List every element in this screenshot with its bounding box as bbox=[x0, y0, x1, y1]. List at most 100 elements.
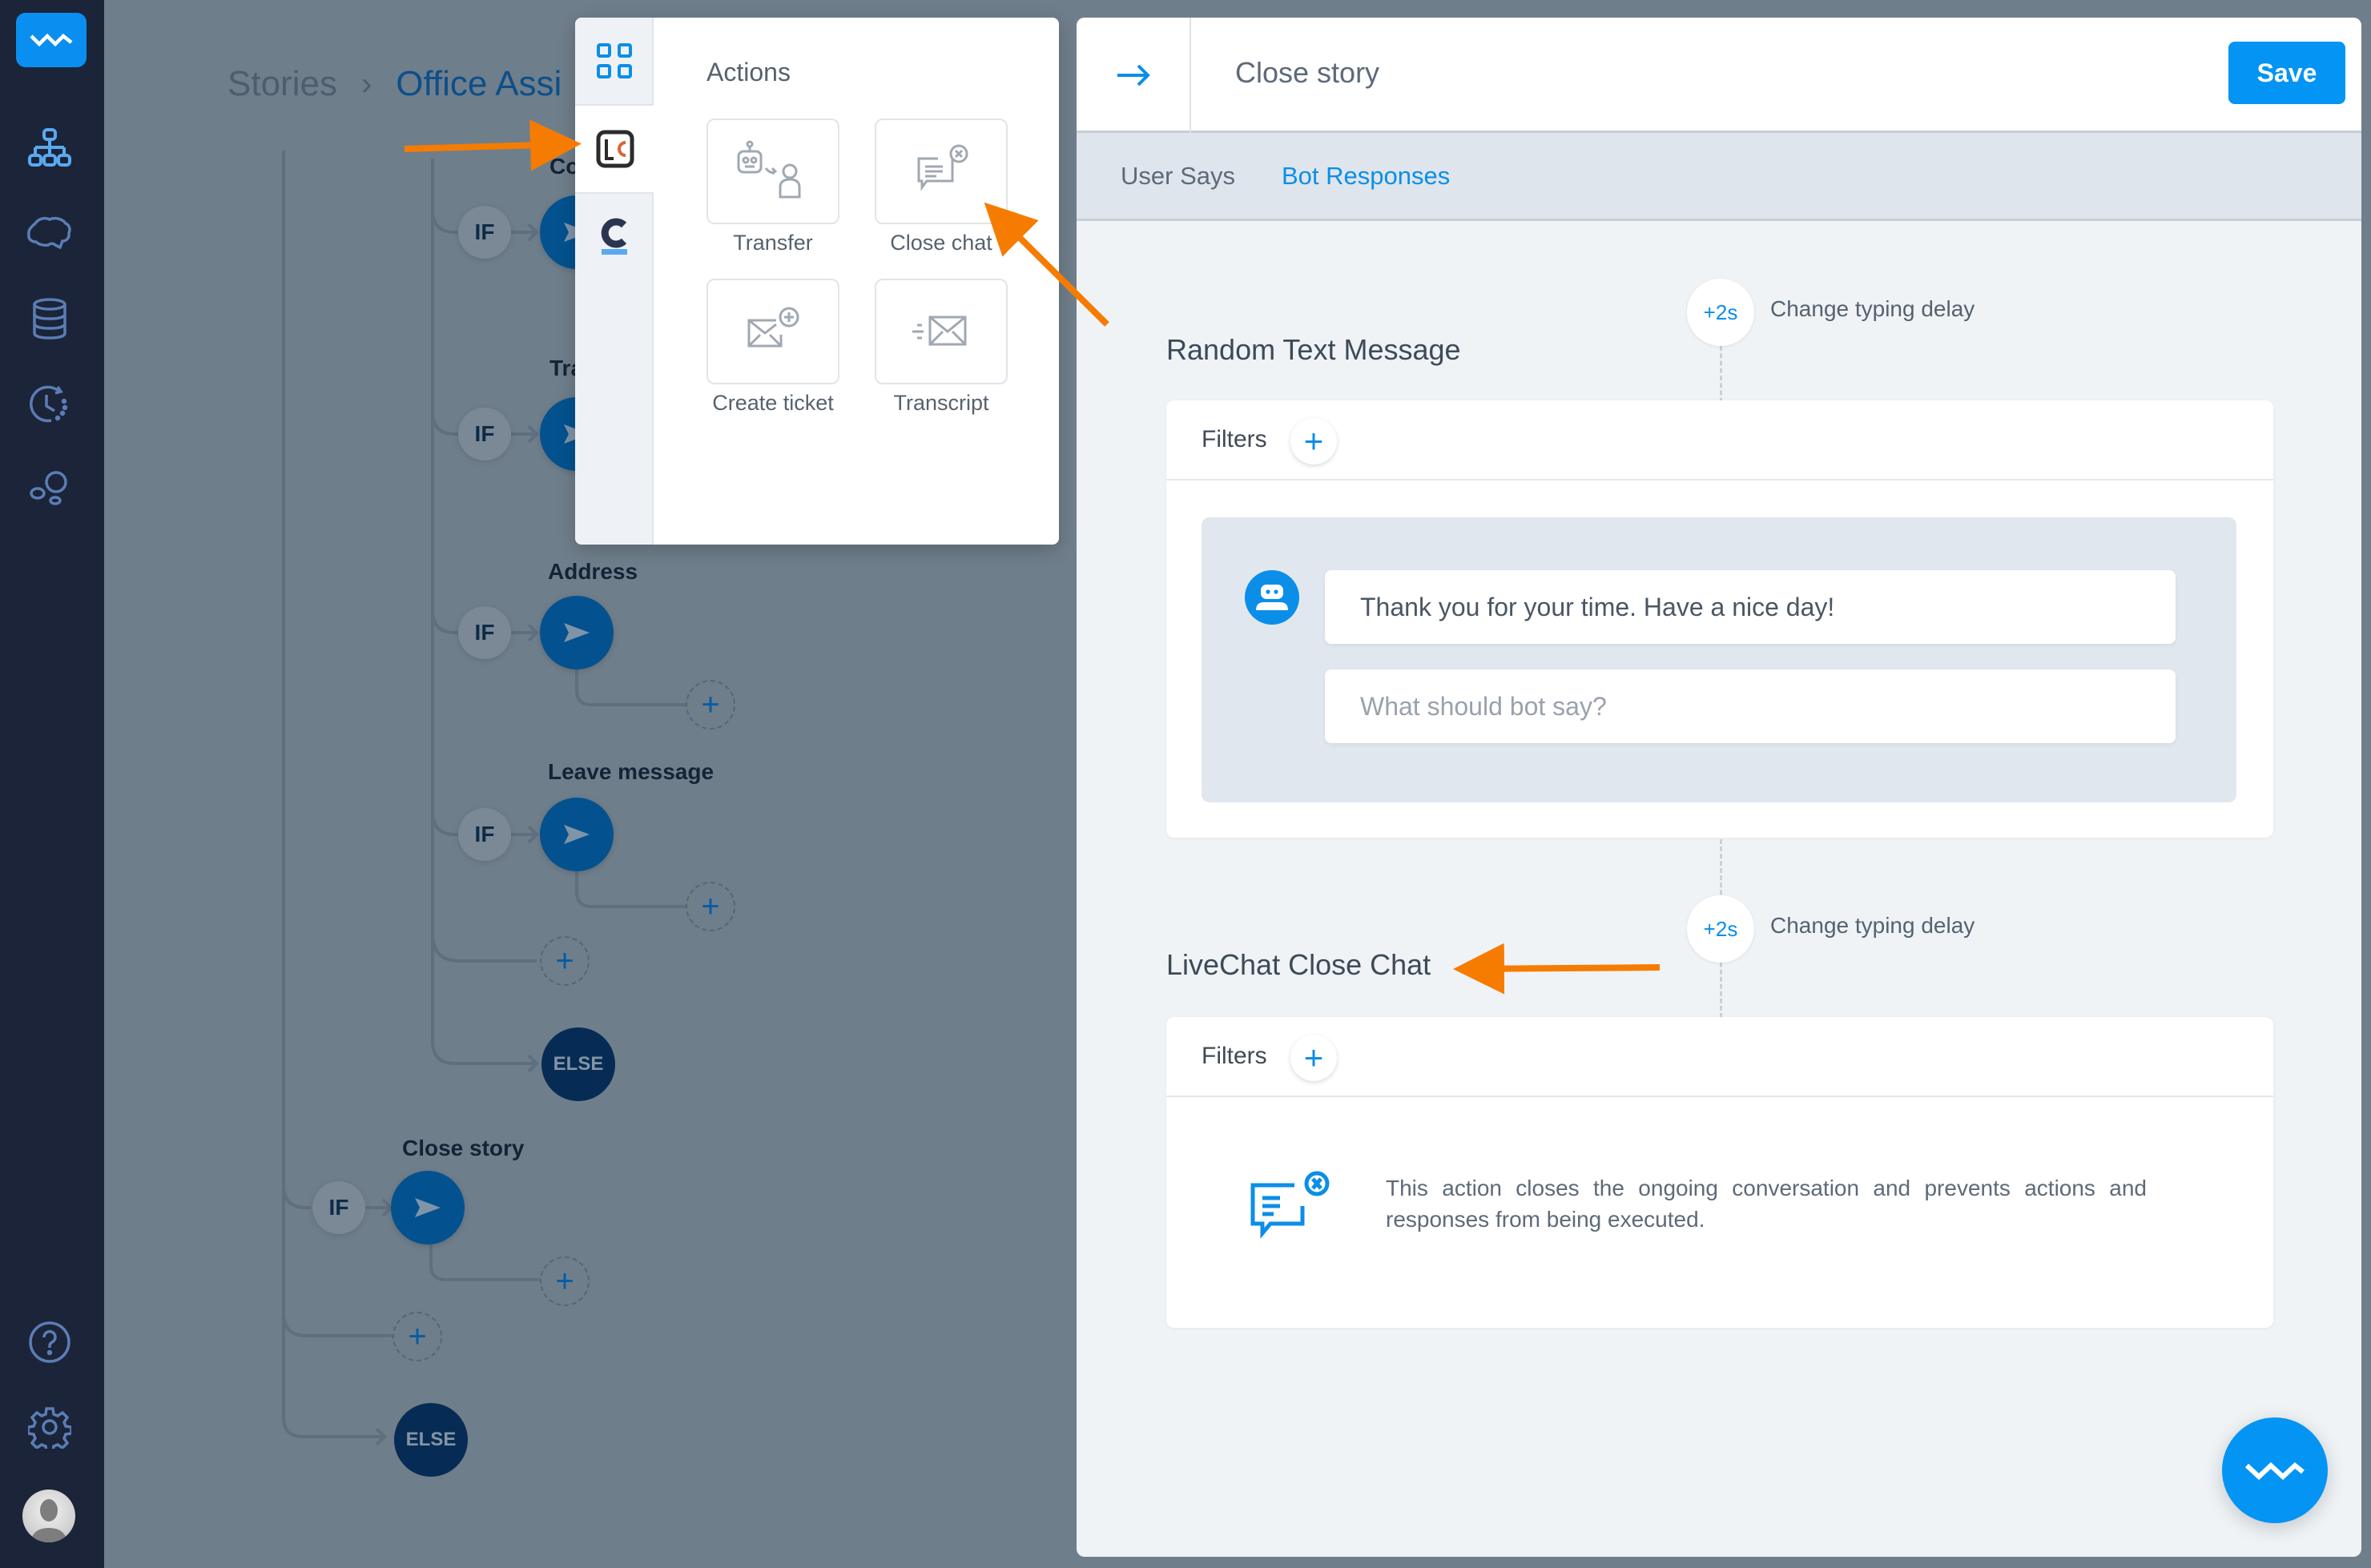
action-label: Create ticket bbox=[712, 391, 834, 415]
connector bbox=[431, 411, 458, 436]
typing-delay-label[interactable]: Change typing delay bbox=[1770, 913, 1974, 939]
add-node-button[interactable]: + bbox=[392, 1312, 442, 1361]
interaction-node[interactable] bbox=[391, 1171, 465, 1244]
typing-delay-button[interactable]: +2s bbox=[1687, 895, 1754, 963]
send-icon bbox=[564, 825, 590, 844]
connector bbox=[511, 223, 539, 242]
typing-delay-label[interactable]: Change typing delay bbox=[1770, 296, 1974, 322]
nav-item-settings[interactable] bbox=[24, 1401, 75, 1453]
org-chart-icon bbox=[28, 128, 71, 167]
connector bbox=[431, 609, 458, 634]
transcript-icon bbox=[912, 316, 967, 346]
tree-node-label: Address bbox=[548, 559, 638, 584]
user-silhouette-icon bbox=[30, 1499, 67, 1542]
close-chat-icon bbox=[917, 144, 968, 191]
connector bbox=[282, 151, 384, 1438]
add-node-button[interactable]: + bbox=[686, 680, 735, 730]
else-node[interactable]: ELSE bbox=[394, 1403, 468, 1477]
chat-widget-icon bbox=[2244, 1461, 2305, 1481]
connector bbox=[431, 933, 537, 963]
add-node-button[interactable]: + bbox=[686, 882, 735, 931]
nav-item-help[interactable] bbox=[24, 1317, 75, 1368]
bot-message-input[interactable] bbox=[1325, 570, 2176, 644]
wave-logo-icon bbox=[30, 33, 73, 47]
if-condition-node[interactable]: IF bbox=[458, 606, 511, 659]
connector bbox=[575, 871, 686, 908]
grid-icon bbox=[597, 43, 632, 78]
action-label: Transfer bbox=[733, 231, 813, 255]
tree-node-label: Leave message bbox=[548, 759, 715, 784]
connector bbox=[431, 209, 458, 234]
if-condition-node[interactable]: IF bbox=[458, 808, 511, 861]
connector bbox=[575, 669, 686, 706]
connector bbox=[365, 1198, 393, 1217]
action-transcript[interactable]: Transcript bbox=[875, 279, 1008, 416]
nav-item-bubbles[interactable] bbox=[24, 463, 75, 514]
panel-title: Close story bbox=[1235, 56, 1380, 89]
interaction-node[interactable] bbox=[540, 596, 614, 669]
interaction-panel: Close story Save User Says Bot Responses… bbox=[1077, 18, 2361, 1557]
tree-node-label: Close story bbox=[402, 1136, 525, 1160]
connector bbox=[431, 811, 458, 836]
response-title: LiveChat Close Chat bbox=[1166, 948, 1431, 981]
action-create-ticket[interactable]: Create ticket bbox=[706, 279, 839, 416]
database-icon bbox=[33, 298, 66, 340]
tab-all-actions[interactable] bbox=[575, 18, 654, 106]
typing-delay-button[interactable]: +2s bbox=[1687, 279, 1754, 346]
new-message-input[interactable] bbox=[1325, 669, 2176, 743]
filters-row: Filters + bbox=[1166, 400, 2273, 480]
arrow-right-icon bbox=[1117, 64, 1150, 86]
action-transfer[interactable]: Transfer bbox=[706, 119, 839, 255]
nav-item-history[interactable] bbox=[24, 378, 75, 429]
clock-history-icon bbox=[30, 385, 68, 423]
nav-item-training[interactable] bbox=[24, 208, 75, 259]
integration-rail bbox=[575, 18, 655, 545]
response-card: Filters + bbox=[1166, 400, 2273, 838]
close-chat-body: This action closes the ongoing conversat… bbox=[1166, 1097, 2273, 1328]
app-logo-button[interactable] bbox=[16, 13, 87, 67]
send-icon bbox=[564, 623, 590, 642]
action-label: Close chat bbox=[890, 231, 992, 255]
filters-label: Filters bbox=[1202, 426, 1267, 452]
add-filter-button[interactable]: + bbox=[1290, 418, 1337, 464]
connector bbox=[282, 1184, 311, 1209]
connector bbox=[511, 825, 539, 844]
interaction-node[interactable] bbox=[540, 798, 614, 871]
tab-bot-responses[interactable]: Bot Responses bbox=[1282, 162, 1450, 191]
bot-icon bbox=[1256, 585, 1288, 610]
create-ticket-icon bbox=[747, 307, 799, 348]
connector bbox=[282, 1313, 392, 1337]
plus-icon: + bbox=[1303, 422, 1324, 460]
nav-item-database[interactable] bbox=[24, 293, 75, 344]
connector bbox=[429, 1244, 540, 1281]
else-node[interactable]: ELSE bbox=[541, 1027, 615, 1101]
nav-item-stories[interactable] bbox=[24, 123, 75, 175]
message-area bbox=[1202, 517, 2236, 802]
save-button[interactable]: Save bbox=[2228, 42, 2345, 104]
add-node-button[interactable]: + bbox=[540, 936, 590, 986]
if-condition-node[interactable]: IF bbox=[458, 206, 511, 259]
chat-widget-button[interactable] bbox=[2222, 1417, 2328, 1523]
bot-transfer-icon bbox=[737, 140, 801, 199]
tab-other-integration[interactable] bbox=[575, 192, 654, 280]
collapse-panel-button[interactable] bbox=[1077, 18, 1191, 133]
if-condition-node[interactable]: IF bbox=[458, 408, 511, 460]
plus-icon: + bbox=[1303, 1039, 1324, 1076]
add-node-button[interactable]: + bbox=[540, 1256, 590, 1306]
action-label: Transcript bbox=[893, 391, 989, 415]
send-icon bbox=[415, 1198, 441, 1217]
close-chat-description: This action closes the ongoing conversat… bbox=[1386, 1176, 2147, 1232]
response-title: Random Text Message bbox=[1166, 333, 1461, 366]
brain-icon bbox=[27, 216, 71, 250]
bot-avatar bbox=[1245, 570, 1299, 625]
add-filter-button[interactable]: + bbox=[1290, 1035, 1337, 1081]
close-chat-icon bbox=[1250, 1171, 1330, 1239]
action-close-chat[interactable]: Close chat bbox=[875, 119, 1008, 255]
livechat-logo-icon bbox=[596, 130, 634, 168]
actions-popup: Actions Transfer Close chat Create ticke… bbox=[575, 18, 1059, 545]
if-condition-node[interactable]: IF bbox=[312, 1181, 365, 1234]
tab-livechat[interactable] bbox=[575, 106, 655, 192]
tab-user-says[interactable]: User Says bbox=[1121, 162, 1235, 191]
avatar[interactable] bbox=[22, 1490, 75, 1542]
gear-icon bbox=[28, 1407, 71, 1449]
